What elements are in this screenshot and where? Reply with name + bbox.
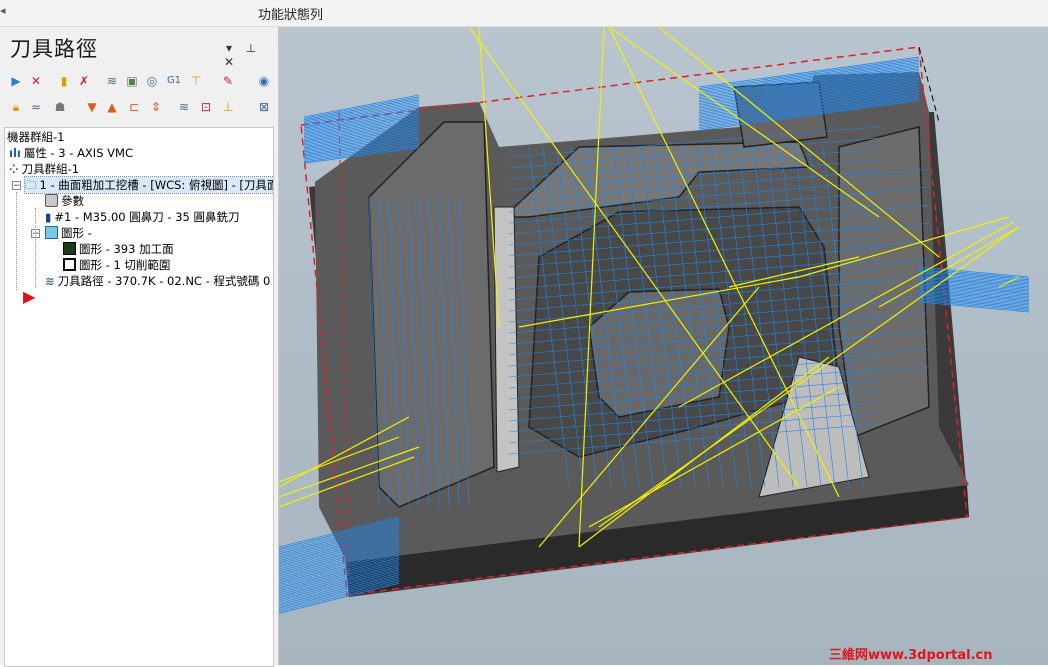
expander-operation[interactable]: −: [12, 181, 21, 191]
toolpath-manager-panel: 刀具路徑 ▾ ⊥ ✕ ▶ ✕ ▮ ✗ ≋ ▣ ◎ G1 ⊤ ✎ ◉ 🔒︎ ≈ ☗…: [0, 27, 279, 667]
watermark: 三維网www.3dportal.cn: [829, 648, 993, 663]
post-icon[interactable]: ⊤: [188, 73, 204, 89]
insert-arrow-icon[interactable]: ⊏: [126, 99, 142, 115]
operation-folder-icon: 🗀︎: [25, 178, 37, 192]
regenerate-icon[interactable]: ▮: [56, 73, 72, 89]
tree-tool[interactable]: ▮ #1 - M35.00 圓鼻刀 - 35 圓鼻銑刀: [45, 209, 240, 225]
insert-arrow-marker[interactable]: ▶: [23, 289, 35, 305]
tree-properties[interactable]: ılı 屬性 - 3 - AXIS VMC: [9, 145, 133, 161]
move-up-icon[interactable]: ▲: [104, 99, 120, 115]
lock-icon[interactable]: 🔒︎: [8, 99, 24, 115]
expand-icon[interactable]: ⇕: [148, 99, 164, 115]
left-wall-face: [493, 206, 520, 473]
properties-icon: ılı: [9, 146, 21, 160]
toolpath-icon: ≋: [45, 274, 55, 288]
title-bar-edge: ◂: [0, 4, 6, 17]
pin-icon[interactable]: ⊥: [242, 41, 260, 55]
right-pocket: [838, 126, 930, 439]
tree-operation[interactable]: 🗀︎ 1 - 曲面粗加工挖槽 - [WCS: 俯視圖] - [刀具面: [23, 176, 273, 194]
panel-title: 刀具路徑: [10, 37, 98, 61]
group-icon: ⁘: [9, 162, 19, 176]
tree-machine-group[interactable]: 機器群組-1: [7, 129, 64, 145]
boundary-icon: [63, 258, 76, 271]
left-pocket: [368, 121, 495, 508]
backplot-icon[interactable]: ≋: [104, 73, 120, 89]
tree-toolpath-group[interactable]: ⁘ 刀具群組-1: [9, 161, 79, 177]
ghost-icon[interactable]: ☗: [52, 99, 68, 115]
wave-icon[interactable]: ≈: [28, 99, 44, 115]
display-icon[interactable]: ≋: [176, 99, 192, 115]
move-down-icon[interactable]: ▼: [84, 99, 100, 115]
geometry-icon: [45, 226, 58, 239]
tree-geom-boundary[interactable]: 圖形 - 1 切削範圍: [63, 257, 170, 273]
select-all-icon[interactable]: ▶: [8, 73, 24, 89]
surfaces-icon: [63, 242, 76, 255]
status-bar-title: 功能狀態列: [258, 8, 324, 23]
tree-guide-line: [16, 192, 18, 290]
verify-icon[interactable]: ▣: [124, 73, 140, 89]
simulate-icon[interactable]: ◎: [144, 73, 160, 89]
parameters-icon: [45, 194, 58, 207]
title-bar: ◂ 功能狀態列: [0, 0, 1048, 27]
operations-tree: 機器群組-1 ılı 屬性 - 3 - AXIS VMC ⁘ 刀具群組-1 − 🗀︎…: [4, 127, 274, 667]
regenerate-dirty-icon[interactable]: ✗: [76, 73, 92, 89]
tree-parameters[interactable]: 參數: [45, 193, 84, 209]
tree-guide-line-2: [35, 208, 37, 288]
panel-controls: ▾ ⊥ ✕: [220, 41, 278, 69]
help-icon[interactable]: ◉: [256, 73, 272, 89]
g1-icon[interactable]: G1: [166, 73, 182, 89]
tool-icon[interactable]: ✎: [220, 73, 236, 89]
tree-geometry[interactable]: 圖形 -: [45, 225, 92, 241]
tree-toolpath[interactable]: ≋ 刀具路徑 - 370.7K - 02.NC - 程式號碼 0: [45, 273, 270, 289]
panel-menu-dropdown-icon[interactable]: ▾: [220, 41, 238, 55]
deselect-icon[interactable]: ✕: [28, 73, 44, 89]
tree-geom-surfaces[interactable]: 圖形 - 393 加工面: [63, 241, 174, 257]
settings-icon[interactable]: ⊠: [256, 99, 272, 115]
toolpath-scene[interactable]: [279, 27, 1048, 665]
dirty-icon[interactable]: ⊡: [198, 99, 214, 115]
graphics-viewport[interactable]: [279, 27, 1048, 665]
filter-icon[interactable]: ⊥: [220, 99, 236, 115]
endmill-icon: ▮: [45, 210, 52, 224]
close-icon[interactable]: ✕: [220, 55, 238, 69]
